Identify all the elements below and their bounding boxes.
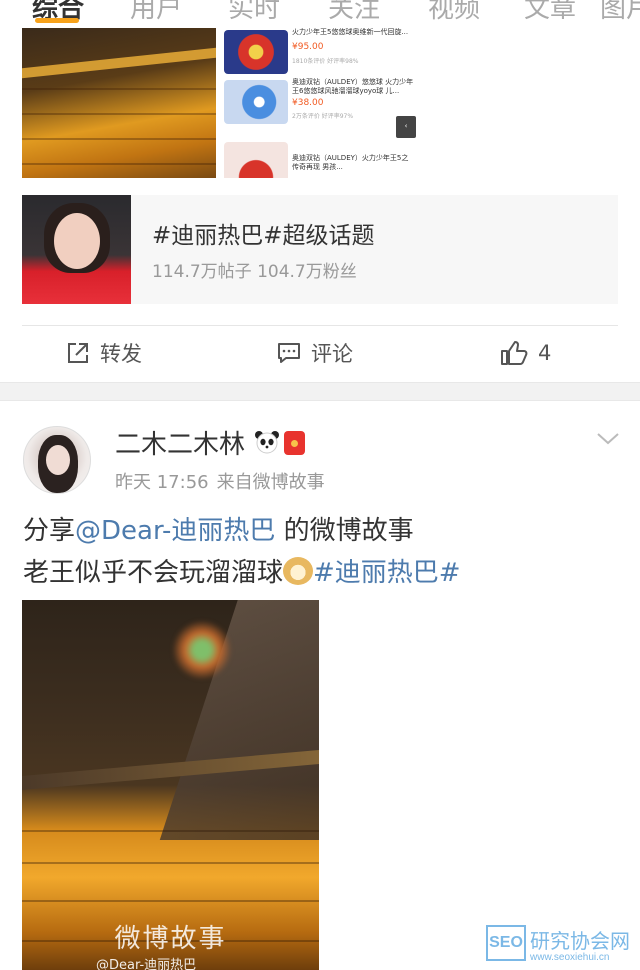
story-watermark: 微博故事 <box>114 924 227 954</box>
like-count: 4 <box>538 341 552 365</box>
yoyo-blur <box>172 620 232 680</box>
tab-video[interactable]: 视频 <box>428 0 480 25</box>
post-image-video-frame[interactable] <box>22 28 216 178</box>
post-meta: 昨天 17:56 来自微博故事 <box>115 468 325 494</box>
thumbs-up-icon <box>501 341 528 365</box>
topic-title: #迪丽热巴#超级话题 <box>152 223 375 249</box>
avatar[interactable] <box>23 426 91 494</box>
tab-realtime[interactable]: 实时 <box>228 0 280 25</box>
comment-icon <box>278 343 300 363</box>
feed-separator <box>0 382 640 401</box>
post-source[interactable]: 来自微博故事 <box>217 472 325 493</box>
product-meta: 1810条评价 好评率98% <box>292 58 359 65</box>
comment-button[interactable]: 评论 <box>277 338 353 368</box>
tab-users[interactable]: 用户 <box>130 0 182 25</box>
story-video-thumbnail[interactable]: 微博故事 <box>22 600 319 970</box>
tab-articles[interactable]: 文章 <box>524 0 576 25</box>
repost-icon <box>68 343 88 363</box>
product-thumbnail <box>224 80 288 124</box>
product-price: ¥38.00 <box>292 98 324 108</box>
tab-images[interactable]: 图片 <box>600 0 640 25</box>
product-thumbnail <box>224 30 288 74</box>
product-title: 奥迪双钻（AULDEY）悠悠球 火力少年王6悠悠球风驰溜溜球yoyo球 儿... <box>292 78 414 95</box>
post-time: 昨天 17:56 <box>115 472 209 493</box>
topic-cover-image <box>22 195 131 304</box>
shop-item: 火力少年王5悠悠球奥维新一代回旋... ¥95.00 1810条评价 好评率98… <box>224 28 416 76</box>
post-image-shopping-screenshot[interactable]: 火力少年王5悠悠球奥维新一代回旋... ¥95.00 1810条评价 好评率98… <box>224 28 416 178</box>
chevron-down-icon[interactable] <box>596 432 620 446</box>
tab-following[interactable]: 关注 <box>328 0 380 25</box>
site-watermark-url: www.seoxiehui.cn <box>530 952 610 963</box>
post-username[interactable]: 二木二木林 <box>115 424 245 461</box>
site-watermark-logo: SEO <box>486 925 526 961</box>
post-text: 分享@Dear-迪丽热巴 的微博故事 老王似乎不会玩溜溜球 #迪丽热巴# <box>23 510 623 594</box>
product-price: ¥95.00 <box>292 42 324 52</box>
red-packet-badge-icon <box>284 431 305 455</box>
back-icon: ‹ <box>396 116 416 136</box>
panda-badge-icon <box>255 431 279 454</box>
like-button[interactable]: 4 <box>500 338 551 368</box>
site-watermark-text: 研究协会网 <box>530 929 630 953</box>
product-title: 火力少年王5悠悠球奥维新一代回旋... <box>292 28 409 36</box>
divider <box>22 325 618 326</box>
post-text-rest: 的微博故事 <box>275 516 414 546</box>
mention-link[interactable]: @Dear-迪丽热巴 <box>75 516 275 546</box>
repost-button[interactable]: 转发 <box>66 338 142 368</box>
active-tab-indicator <box>35 18 79 23</box>
hashtag-link[interactable]: #迪丽热巴# <box>313 558 461 588</box>
post-text-prefix: 分享 <box>23 516 76 546</box>
repost-label: 转发 <box>100 342 142 366</box>
topic-stats: 114.7万帖子 104.7万粉丝 <box>152 262 357 282</box>
super-topic-card[interactable]: #迪丽热巴#超级话题 114.7万帖子 104.7万粉丝 <box>22 195 618 304</box>
doge-emoji-icon <box>283 557 314 585</box>
product-title: 奥迪双钻（AULDEY）火力少年王5之传奇再现 男孩... <box>292 154 409 171</box>
shop-item: 奥迪双钻（AULDEY）悠悠球 火力少年王6悠悠球风驰溜溜球yoyo球 儿...… <box>224 78 416 138</box>
site-watermark: SEO 研究协会网 www.seoxiehui.cn <box>486 925 640 970</box>
shop-item: 奥迪双钻（AULDEY）火力少年王5之传奇再现 男孩... ‹ <box>224 116 416 178</box>
top-tab-bar: 综合 用户 实时 关注 视频 文章 图片 <box>0 0 640 26</box>
post-text-line2: 老王似乎不会玩溜溜球 <box>23 558 284 588</box>
product-thumbnail <box>224 142 288 178</box>
story-watermark-handle: @Dear-迪丽热巴 <box>96 958 197 970</box>
comment-label: 评论 <box>311 342 353 366</box>
product-meta: 2万条评价 好评率97% <box>292 113 354 120</box>
